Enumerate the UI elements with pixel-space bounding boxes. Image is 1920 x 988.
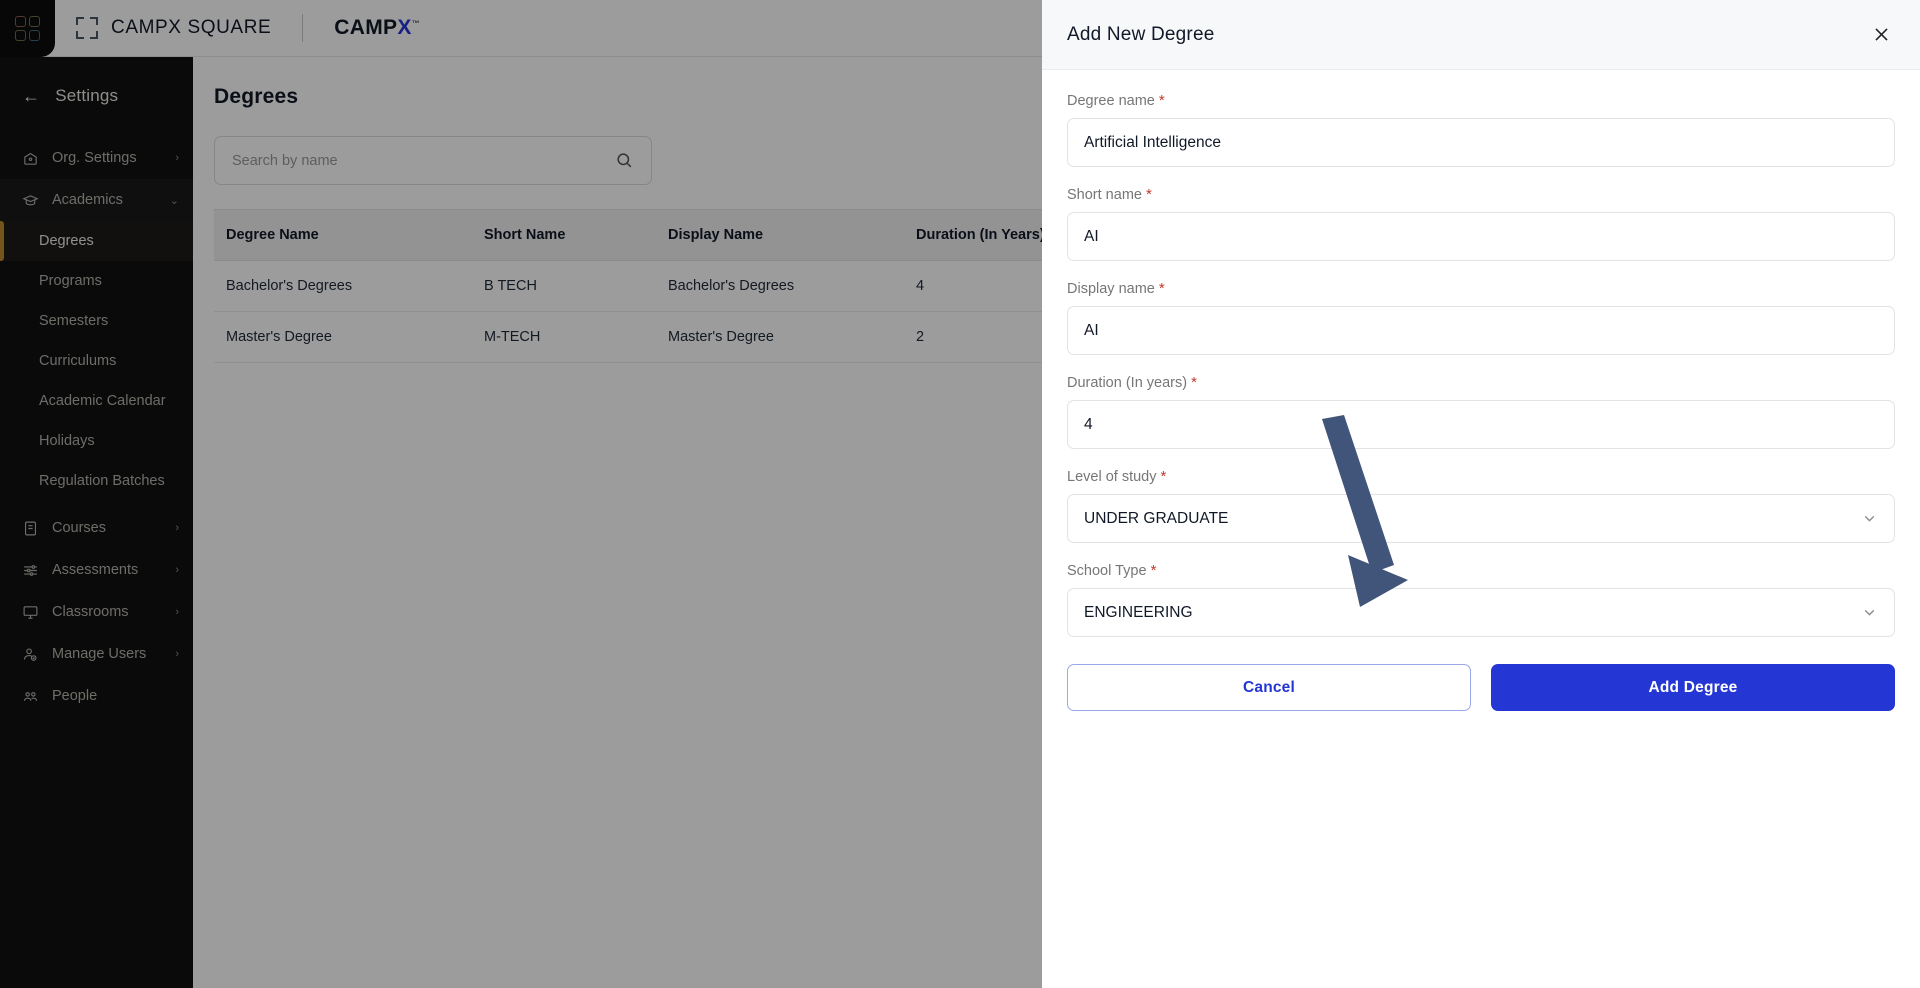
label-text: School Type (1067, 563, 1147, 579)
label-display-name: Display name * (1067, 280, 1895, 297)
level-of-study-value: UNDER GRADUATE (1084, 509, 1229, 527)
degree-name-input[interactable]: Artificial Intelligence (1067, 118, 1895, 167)
label-degree-name: Degree name * (1067, 92, 1895, 109)
label-level-of-study: Level of study * (1067, 468, 1895, 485)
close-icon[interactable] (1866, 20, 1896, 50)
duration-input[interactable]: 4 (1067, 400, 1895, 449)
required-asterisk: * (1191, 374, 1197, 391)
app-root: CAMPX SQUARE CAMPX™ ← Settings Org. Sett… (0, 0, 1920, 988)
required-asterisk: * (1158, 92, 1165, 109)
label-text: Level of study (1067, 469, 1157, 485)
field-short-name: Short name * AI (1067, 186, 1895, 261)
duration-value: 4 (1084, 415, 1093, 433)
label-short-name: Short name * (1067, 186, 1895, 203)
add-degree-panel: Add New Degree Degree name * Artificial … (1042, 0, 1920, 988)
required-asterisk: * (1160, 468, 1167, 485)
level-of-study-select[interactable]: UNDER GRADUATE (1067, 494, 1895, 543)
panel-body: Degree name * Artificial Intelligence Sh… (1042, 70, 1920, 988)
field-display-name: Display name * AI (1067, 280, 1895, 355)
field-school-type: School Type * ENGINEERING (1067, 562, 1895, 637)
required-asterisk: * (1150, 562, 1157, 579)
short-name-input[interactable]: AI (1067, 212, 1895, 261)
label-text: Degree name (1067, 93, 1155, 109)
field-duration: Duration (In years) * 4 (1067, 374, 1895, 449)
cancel-button[interactable]: Cancel (1067, 664, 1471, 711)
panel-title: Add New Degree (1067, 23, 1215, 45)
field-level-of-study: Level of study * UNDER GRADUATE (1067, 468, 1895, 543)
required-asterisk: * (1146, 186, 1152, 203)
chevron-down-icon[interactable] (1861, 604, 1878, 621)
school-type-value: ENGINEERING (1084, 603, 1193, 621)
label-school-type: School Type * (1067, 562, 1895, 579)
display-name-value: AI (1084, 321, 1099, 339)
label-duration: Duration (In years) * (1067, 374, 1895, 391)
degree-name-value: Artificial Intelligence (1084, 133, 1221, 151)
label-text: Duration (In years) (1067, 375, 1188, 391)
field-degree-name: Degree name * Artificial Intelligence (1067, 92, 1895, 167)
label-text: Display name (1067, 281, 1155, 297)
chevron-down-icon[interactable] (1861, 510, 1878, 527)
required-asterisk: * (1158, 280, 1165, 297)
add-degree-button[interactable]: Add Degree (1491, 664, 1895, 711)
panel-header: Add New Degree (1042, 0, 1920, 70)
label-text: Short name (1067, 187, 1142, 203)
short-name-value: AI (1084, 227, 1099, 245)
school-type-select[interactable]: ENGINEERING (1067, 588, 1895, 637)
display-name-input[interactable]: AI (1067, 306, 1895, 355)
panel-actions: Cancel Add Degree (1067, 664, 1895, 711)
